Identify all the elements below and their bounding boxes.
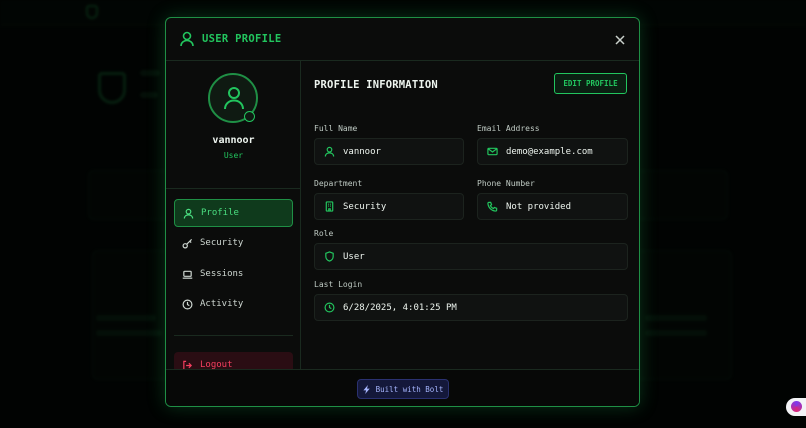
user-icon bbox=[183, 208, 194, 219]
modal-footer: Built with Bolt bbox=[166, 369, 639, 406]
modal-header: USER PROFILE bbox=[166, 18, 639, 61]
mail-icon bbox=[487, 146, 498, 157]
sidebar-item-activity[interactable]: Activity bbox=[174, 290, 293, 318]
full-name-value: vannoor bbox=[343, 146, 381, 157]
sidebar-item-security[interactable]: Security bbox=[174, 229, 293, 257]
email-value: demo@example.com bbox=[506, 146, 593, 157]
bolt-badge-label: Built with Bolt bbox=[375, 384, 444, 394]
clock-icon bbox=[324, 302, 335, 313]
user-icon bbox=[180, 31, 194, 51]
user-icon bbox=[324, 146, 335, 157]
department-value: Security bbox=[343, 201, 387, 212]
sidebar-item-label: Security bbox=[200, 238, 244, 248]
shield-icon bbox=[324, 251, 335, 262]
sidebar-item-profile[interactable]: Profile bbox=[174, 199, 293, 227]
department-label: Department bbox=[314, 179, 363, 188]
bolt-icon bbox=[363, 384, 371, 394]
phone-field: Not provided bbox=[477, 193, 628, 220]
edit-profile-button[interactable]: EDIT PROFILE bbox=[554, 73, 627, 94]
sidebar-divider bbox=[166, 188, 301, 189]
widget-logo-icon bbox=[791, 401, 802, 412]
clock-icon bbox=[182, 299, 193, 310]
sidebar-item-label: Activity bbox=[200, 299, 244, 309]
last-login-value: 6/28/2025, 4:01:25 PM bbox=[343, 302, 457, 313]
laptop-icon bbox=[182, 269, 193, 280]
email-label: Email Address bbox=[477, 124, 540, 133]
last-login-label: Last Login bbox=[314, 280, 363, 289]
phone-label: Phone Number bbox=[477, 179, 535, 188]
profile-sidebar: vannoor User Profile Security Sessions A… bbox=[166, 61, 301, 378]
email-field: demo@example.com bbox=[477, 138, 628, 165]
full-name-label: Full Name bbox=[314, 124, 358, 133]
role-value: User bbox=[343, 251, 365, 262]
user-profile-modal: USER PROFILE vannoor User Profile Securi… bbox=[165, 17, 640, 407]
built-with-bolt-badge[interactable]: Built with Bolt bbox=[357, 379, 449, 399]
user-name: vannoor bbox=[212, 135, 255, 146]
full-name-field: vannoor bbox=[314, 138, 464, 165]
department-field: Security bbox=[314, 193, 464, 220]
last-login-field: 6/28/2025, 4:01:25 PM bbox=[314, 294, 628, 321]
user-role: User bbox=[223, 151, 244, 160]
sidebar-divider bbox=[174, 335, 293, 336]
profile-content: PROFILE INFORMATION EDIT PROFILE Full Na… bbox=[302, 61, 639, 369]
avatar-settings-icon[interactable] bbox=[244, 111, 255, 122]
building-icon bbox=[324, 201, 335, 212]
phone-icon bbox=[487, 201, 498, 212]
close-icon[interactable] bbox=[613, 32, 627, 46]
modal-title: USER PROFILE bbox=[202, 33, 282, 45]
phone-value: Not provided bbox=[506, 201, 572, 212]
sidebar-item-sessions[interactable]: Sessions bbox=[174, 260, 293, 288]
role-label: Role bbox=[314, 229, 334, 238]
key-icon bbox=[182, 238, 193, 249]
section-title: PROFILE INFORMATION bbox=[314, 79, 438, 91]
corner-widget-icon[interactable] bbox=[786, 398, 806, 416]
role-field: User bbox=[314, 243, 628, 270]
sidebar-item-label: Sessions bbox=[200, 269, 244, 279]
sidebar-item-label: Profile bbox=[201, 208, 239, 218]
